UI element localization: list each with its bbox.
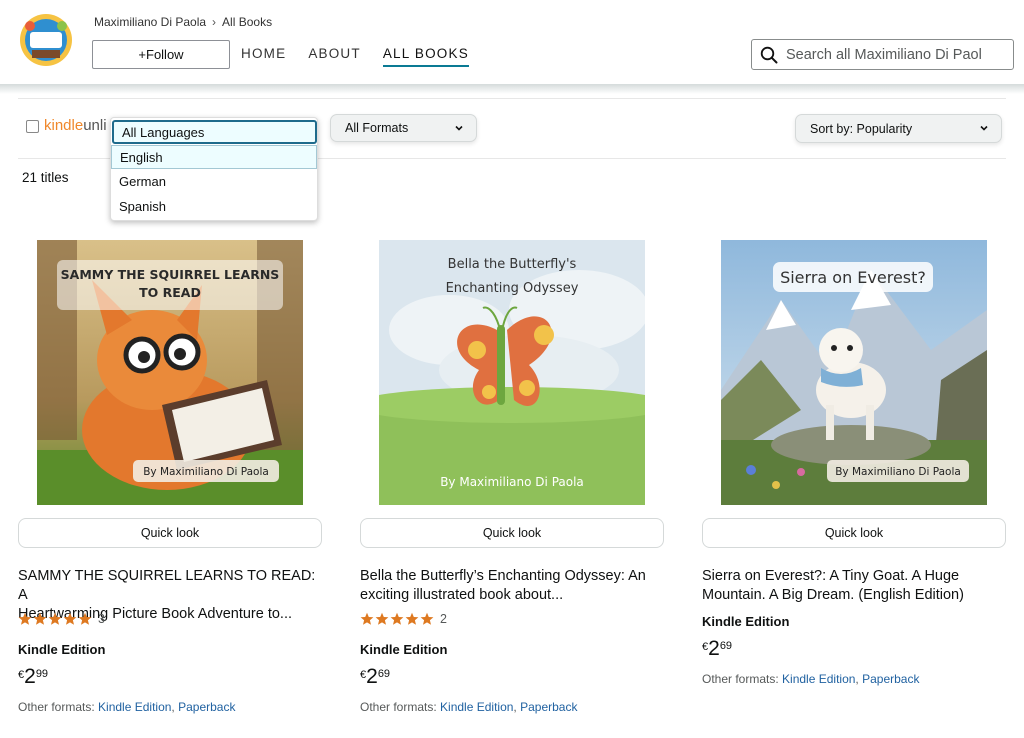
cover-title-line2: Enchanting Odyssey [446,281,579,296]
other-formats-label: Other formats: [702,672,779,686]
product-title[interactable]: Bella the Butterfly’s Enchanting Odyssey… [360,567,664,605]
product-card: SAMMY THE SQUIRREL LEARNS TO READ By Max… [18,240,322,720]
price-fraction: 99 [35,668,49,680]
kindle-unlimited-checkbox[interactable] [26,120,39,133]
format-link-paperback[interactable]: Paperback [520,700,577,714]
price-fraction: 69 [719,640,733,652]
format-link-kindle[interactable]: Kindle Edition [440,700,513,714]
format-link-kindle[interactable]: Kindle Edition [98,700,171,714]
breadcrumb-author[interactable]: Maximiliano Di Paola [94,15,206,29]
star-icon [390,612,404,625]
book-cover-bella[interactable]: Bella the Butterfly's Enchanting Odyssey… [379,240,645,505]
search-icon[interactable] [760,46,778,64]
price-whole: 2 [366,665,378,688]
language-option-english[interactable]: English [111,145,317,169]
format-link-paperback[interactable]: Paperback [178,700,235,714]
rating-count[interactable]: 2 [440,612,447,626]
language-option-spanish[interactable]: Spanish [111,194,317,218]
book-cover-sierra[interactable]: Sierra on Everest? By Maximiliano Di Pao… [721,240,987,505]
star-rating[interactable]: 3 [18,612,105,626]
author-nav: HOME ABOUT ALL BOOKS [241,46,469,67]
other-formats-label: Other formats: [360,700,437,714]
price-fraction: 69 [377,668,391,680]
breadcrumb-all-books[interactable]: All Books [222,15,272,29]
price[interactable]: € 2 99 [18,666,48,688]
format-link-kindle[interactable]: Kindle Edition [782,672,855,686]
breadcrumb: Maximiliano Di Paola › All Books [94,15,272,29]
formats-dropdown[interactable]: All Formats [330,114,477,142]
sort-label: Sort by: Popularity [810,121,913,136]
chevron-down-icon [980,125,988,131]
kidsbook-site-logo[interactable] [18,12,74,68]
product-title-line2[interactable]: exciting illustrated book about... [360,586,664,605]
language-dropdown-menu[interactable]: All Languages English German Spanish [110,117,318,221]
quick-look-button[interactable]: Quick look [702,518,1006,548]
star-icon [78,612,92,625]
edition-label[interactable]: Kindle Edition [360,642,447,657]
product-title-line1[interactable]: Sierra on Everest?: A Tiny Goat. A Huge [702,567,1006,586]
other-formats: Other formats: Kindle Edition, Paperback [702,672,920,686]
rating-count[interactable]: 3 [98,612,105,626]
chevron-down-icon [455,125,463,131]
cover-author: By Maximiliano Di Paola [440,475,584,489]
quick-look-button[interactable]: Quick look [360,518,664,548]
product-title[interactable]: Sierra on Everest?: A Tiny Goat. A Huge … [702,567,1006,605]
product-title-line1[interactable]: Bella the Butterfly’s Enchanting Odyssey… [360,567,664,586]
star-icon [63,612,77,625]
cover-author: By Maximiliano Di Paola [835,466,961,478]
book-cover-sammy[interactable]: SAMMY THE SQUIRREL LEARNS TO READ By Max… [37,240,303,505]
format-link-paperback[interactable]: Paperback [862,672,919,686]
chevron-right-icon: › [212,15,217,29]
star-icon [48,612,62,625]
header-divider [0,84,1024,94]
other-formats: Other formats: Kindle Edition, Paperback [18,700,236,714]
product-card: Sierra on Everest? By Maximiliano Di Pao… [702,240,1006,720]
star-icon [420,612,434,625]
formats-label: All Formats [345,121,409,135]
sort-dropdown[interactable]: Sort by: Popularity [795,114,1002,143]
author-search-box[interactable] [751,39,1014,70]
cover-title-line1: SAMMY THE SQUIRREL LEARNS [61,267,280,282]
nav-home[interactable]: HOME [241,46,286,67]
other-formats: Other formats: Kindle Edition, Paperback [360,700,578,714]
edition-label[interactable]: Kindle Edition [702,614,789,629]
nav-all-books[interactable]: ALL BOOKS [382,46,469,67]
cover-title: Sierra on Everest? [780,268,926,287]
quick-look-button[interactable]: Quick look [18,518,322,548]
product-card: Bella the Butterfly's Enchanting Odyssey… [360,240,664,720]
nav-about[interactable]: ABOUT [308,46,361,67]
cover-author: By Maximiliano Di Paola [143,466,269,478]
price[interactable]: € 2 69 [702,638,732,660]
price-whole: 2 [24,665,36,688]
star-icon [405,612,419,625]
price[interactable]: € 2 69 [360,666,390,688]
follow-button[interactable]: +Follow [92,40,230,69]
star-rating[interactable]: 2 [360,612,447,626]
price-whole: 2 [708,637,720,660]
edition-label[interactable]: Kindle Edition [18,642,105,657]
kindle-unlimited-logo[interactable]: kindleunli [44,117,112,134]
other-formats-label: Other formats: [18,700,95,714]
cover-title-line1: Bella the Butterfly's [448,257,577,272]
product-title-line1[interactable]: SAMMY THE SQUIRREL LEARNS TO READ: A [18,567,322,605]
star-icon [18,612,32,625]
product-title-line2[interactable]: Mountain. A Big Dream. (English Edition) [702,586,1006,605]
filter-divider-top [18,98,1006,99]
star-icon [33,612,47,625]
search-input[interactable] [786,46,1006,63]
titles-count: 21 titles [22,170,69,185]
language-option-all[interactable]: All Languages [112,120,317,144]
cover-title-line2: TO READ [139,285,201,300]
star-icon [360,612,374,625]
language-option-german[interactable]: German [111,169,317,193]
store-header: Maximiliano Di Paola › All Books +Follow… [0,0,1024,86]
star-icon [375,612,389,625]
